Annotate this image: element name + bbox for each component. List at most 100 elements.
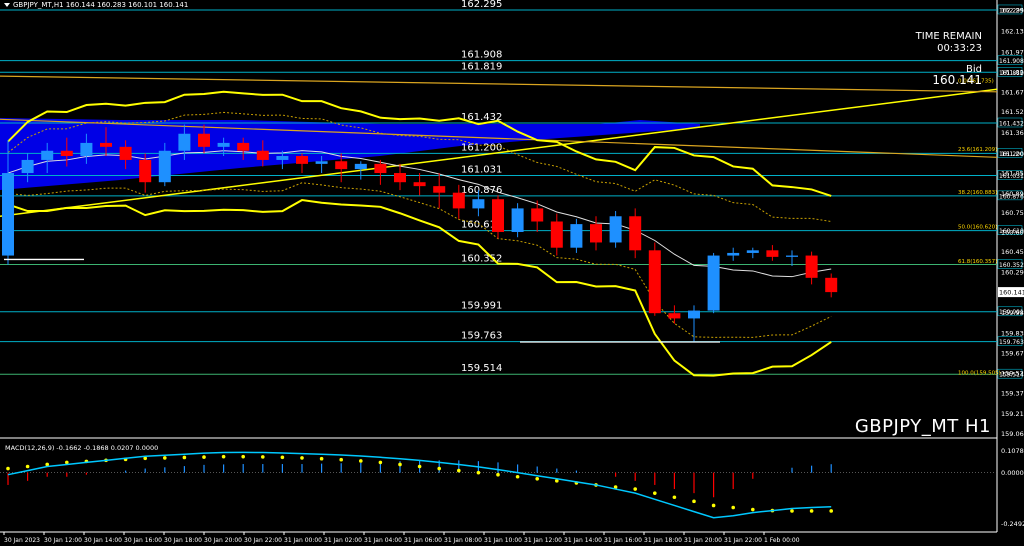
- candle-body: [727, 252, 740, 256]
- level-label: 162.295: [461, 0, 502, 10]
- candle-body: [276, 156, 289, 160]
- macd-signal-dot: [280, 455, 285, 460]
- candle-body: [668, 313, 681, 319]
- price-tick: 159.525: [1001, 369, 1024, 377]
- candle-body: [335, 161, 348, 170]
- candle-body: [531, 208, 544, 222]
- candle-body: [374, 163, 387, 174]
- time-label: 31 Jan 04:00: [364, 537, 402, 544]
- macd-tick: 0.1078: [1001, 447, 1024, 455]
- macd-signal-dot: [182, 455, 187, 460]
- price-tick: 159.675: [1001, 350, 1024, 358]
- candle-body: [825, 277, 838, 293]
- time-label: 31 Jan 12:00: [524, 537, 562, 544]
- price-tick: 159.830: [1001, 329, 1024, 337]
- time-label: 31 Jan 22:00: [724, 537, 762, 544]
- level-label: 159.763: [461, 331, 502, 342]
- level-label: 161.031: [461, 165, 502, 176]
- candle-body: [766, 250, 779, 257]
- candle-body: [472, 199, 485, 209]
- candle-body: [21, 159, 34, 174]
- candle-body: [511, 208, 524, 232]
- macd-signal-dot: [339, 457, 344, 462]
- time-label: 30 Jan 2023: [4, 537, 40, 544]
- macd-signal-dot: [515, 474, 520, 479]
- bid-panel: Bid 160.141: [932, 64, 982, 86]
- price-tick: 161.670: [1001, 88, 1024, 96]
- bid-axis-tag-text: 160.141: [999, 289, 1024, 297]
- candle-body: [805, 255, 818, 278]
- chart-background: [0, 0, 1024, 546]
- fibo-label: 61.8(160.357): [958, 259, 997, 265]
- candle-body: [139, 159, 152, 183]
- candle-body: [492, 199, 504, 232]
- price-tick: 161.200: [1001, 150, 1024, 158]
- candle-body: [688, 310, 700, 319]
- candle-body: [296, 156, 308, 164]
- level-label: 159.991: [461, 301, 502, 312]
- candle-body: [100, 142, 112, 147]
- level-label: 161.819: [461, 61, 502, 72]
- candle-body: [413, 182, 426, 187]
- candle-body: [80, 142, 93, 157]
- time-label: 31 Jan 10:00: [484, 537, 522, 544]
- time-label: 31 Jan 16:00: [604, 537, 642, 544]
- macd-tick: -0.2492: [1001, 520, 1024, 528]
- macd-signal-dot: [437, 466, 442, 471]
- header-text: GBPJPY_MT,H1 160.144 160.283 160.101 160…: [13, 1, 189, 9]
- level-label: 161.908: [461, 50, 502, 61]
- macd-signal-dot: [163, 456, 167, 460]
- macd-signal-dot: [672, 495, 677, 500]
- price-tick: 160.750: [1001, 209, 1024, 217]
- candle-body: [217, 142, 230, 147]
- macd-signal-dot: [417, 464, 422, 469]
- level-label: 159.514: [461, 363, 502, 374]
- dropdown-arrow-icon[interactable]: [4, 3, 10, 7]
- time-label: 30 Jan 18:00: [164, 537, 202, 544]
- candle-body: [178, 133, 191, 151]
- macd-signal-dot: [300, 456, 304, 460]
- fibo-label: 38.2(160.883): [958, 190, 997, 196]
- macd-signal-dot: [202, 455, 206, 459]
- candle-body: [41, 150, 54, 160]
- price-tick: 159.215: [1001, 410, 1024, 418]
- price-chart[interactable]: 162.295162.295161.908161.908161.819161.8…: [0, 0, 1024, 546]
- macd-signal-dot: [221, 454, 226, 459]
- macd-label: MACD(12,26,9) -0.1662 -0.1868 0.0207 0.0…: [5, 444, 159, 452]
- candle-body: [433, 186, 446, 193]
- macd-signal-dot: [751, 507, 755, 512]
- level-label: 161.200: [461, 142, 502, 153]
- level-axis-tag-text: 159.763: [999, 339, 1024, 346]
- macd-signal-dot: [457, 468, 461, 473]
- candle-body: [354, 163, 367, 170]
- macd-signal-dot: [359, 459, 363, 463]
- fibo-label: 100.0(159.505): [958, 370, 1001, 376]
- fibo-label: 50.0(160.620): [958, 224, 997, 230]
- time-label: 30 Jan 14:00: [84, 537, 122, 544]
- time-remain-panel: TIME REMAIN 00:33:23: [916, 31, 982, 55]
- time-remain-value: 00:33:23: [937, 43, 982, 54]
- macd-signal-dot: [790, 509, 794, 513]
- macd-signal-dot: [476, 470, 481, 475]
- candle-body: [237, 142, 250, 151]
- price-tick: 159.985: [1001, 309, 1024, 317]
- candle-body: [119, 146, 132, 160]
- level-axis-tag-text: 161.432: [999, 121, 1024, 128]
- candle-body: [452, 192, 465, 209]
- time-label: 30 Jan 16:00: [124, 537, 162, 544]
- candle-body: [158, 150, 171, 183]
- macd-signal-dot: [535, 477, 539, 481]
- candle-body: [394, 173, 406, 183]
- candle-body: [648, 250, 661, 314]
- price-tick: 161.050: [1001, 170, 1024, 178]
- time-label: 31 Jan 20:00: [684, 537, 722, 544]
- chart-window[interactable]: 162.295 162.295 161.908 161.908 161.819 161.8…: [0, 0, 1024, 546]
- price-tick: 160.450: [1001, 248, 1024, 256]
- price-tick: 161.360: [1001, 129, 1024, 137]
- price-tick: 162.295: [1001, 6, 1024, 14]
- price-tick: 160.295: [1001, 268, 1024, 276]
- candle-body: [786, 255, 798, 257]
- macd-signal-dot: [731, 505, 735, 510]
- level-label: 160.876: [461, 185, 502, 196]
- time-label: 1 Feb 00:00: [764, 537, 800, 544]
